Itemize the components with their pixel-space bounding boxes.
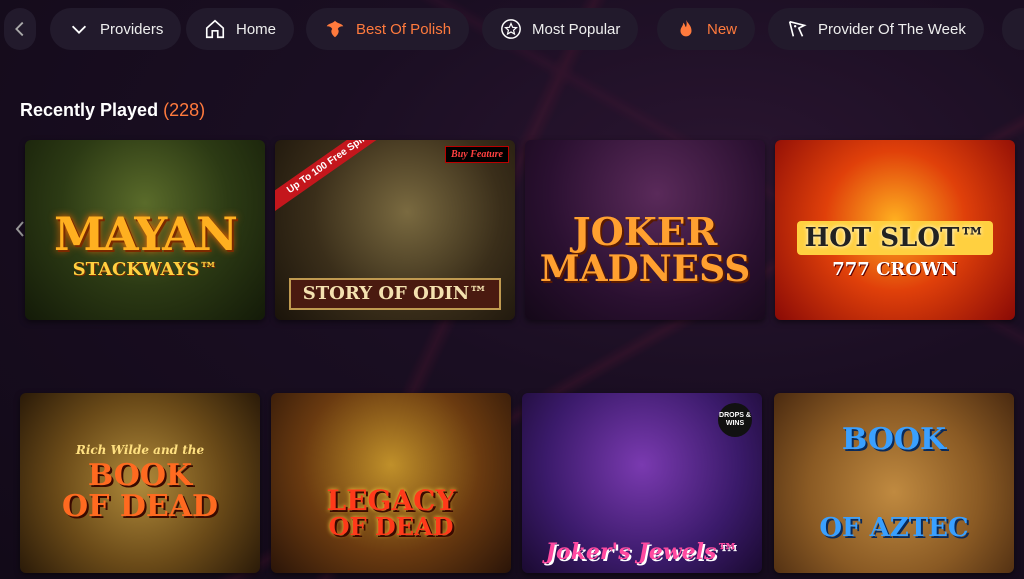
game-title: Joker's Jewels™ — [545, 539, 739, 565]
game-subtitle: MADNESS — [539, 248, 751, 290]
game-tile-joker-madness[interactable]: JOKER MADNESS — [525, 140, 765, 320]
game-title: STORY OF ODIN™ — [288, 278, 502, 310]
chevron-left-icon — [15, 21, 24, 37]
buy-feature-badge: Buy Feature — [445, 146, 509, 163]
game-title: MAYAN — [54, 207, 238, 261]
promo-badge: Up To 100 Free Spins — [275, 140, 397, 214]
section-count: (228) — [163, 100, 206, 120]
game-tile-book-of-aztec[interactable]: BOOK OF AZTEC — [774, 393, 1014, 573]
nav-providers[interactable]: Providers — [50, 8, 182, 50]
flame-icon — [680, 19, 692, 37]
nav-label: Best Of Polish — [356, 20, 452, 38]
nav-most-popular[interactable]: Most Popular — [482, 8, 639, 50]
nav-provider-of-the-week[interactable]: Provider Of The Week — [768, 8, 984, 50]
section-title: Recently Played (228) — [20, 100, 205, 121]
game-title: HOT SLOT™ — [796, 221, 994, 255]
game-title: JOKER — [572, 209, 718, 254]
nav-more[interactable] — [1002, 8, 1024, 50]
game-title: LEGACY — [326, 484, 456, 517]
game-subtitle: BOOK OF DEAD — [61, 457, 219, 524]
home-icon — [205, 19, 225, 39]
category-nav: Providers Home Best Of Polish Most Popul… — [0, 8, 1024, 52]
scroll-left-button[interactable] — [4, 8, 36, 50]
game-tile-legacy-of-dead[interactable]: LEGACY OF DEAD — [271, 393, 511, 573]
nav-label: New — [707, 20, 738, 38]
nav-home[interactable]: Home — [186, 8, 295, 50]
game-title: BOOK — [841, 422, 947, 457]
game-subtitle: OF DEAD — [328, 512, 454, 541]
nav-label: Home — [236, 20, 277, 38]
game-subtitle: OF AZTEC — [819, 513, 969, 543]
game-tile-book-of-dead[interactable]: Rich Wilde and the BOOK OF DEAD — [20, 393, 260, 573]
section-title-text: Recently Played — [20, 100, 159, 120]
flag-icon — [788, 20, 807, 37]
star-icon — [501, 19, 521, 39]
drops-wins-badge: DROPS & WINS — [718, 403, 752, 437]
game-subtitle: 777 CROWN — [832, 259, 958, 280]
game-subtitle: STACKWAYS™ — [72, 259, 218, 280]
nav-label: Providers — [100, 20, 164, 38]
nav-label: Most Popular — [532, 20, 621, 38]
nav-new[interactable]: New — [657, 8, 756, 50]
game-tile-mayan-stackways[interactable]: MAYAN STACKWAYS™ — [25, 140, 265, 320]
game-tile-jokers-jewels[interactable]: DROPS & WINS Joker's Jewels™ — [522, 393, 762, 573]
chevron-down-icon — [71, 25, 87, 34]
game-tile-story-of-odin[interactable]: Up To 100 Free Spins Buy Feature STORY O… — [275, 140, 515, 320]
nav-label: Provider Of The Week — [818, 20, 966, 38]
game-tile-hot-slot[interactable]: HOT SLOT™ 777 CROWN — [775, 140, 1015, 320]
nav-best-of-polish[interactable]: Best Of Polish — [306, 8, 470, 50]
game-title: Rich Wilde and the — [75, 442, 205, 457]
eagle-icon — [326, 20, 344, 38]
